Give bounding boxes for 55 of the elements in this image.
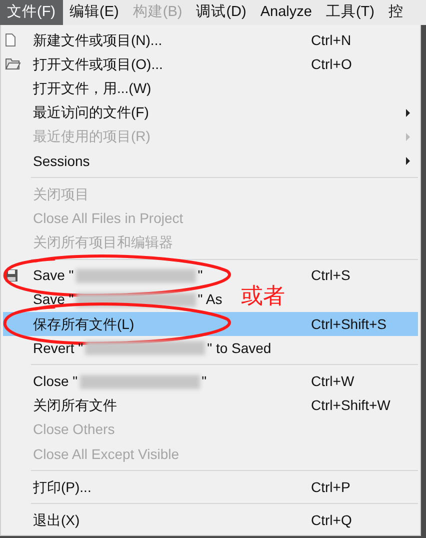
shortcut-label: Ctrl+Shift+W bbox=[311, 397, 390, 414]
menu-bar-item[interactable]: 编辑(E) bbox=[62, 0, 126, 25]
menu-item-label: 最近访问的文件(F) bbox=[33, 103, 149, 122]
menu-item-label: 关闭所有文件 bbox=[33, 396, 117, 416]
menu-item[interactable]: 最近访问的文件(F) bbox=[3, 100, 418, 125]
menu-item[interactable]: Revert " " to Saved bbox=[3, 336, 272, 360]
menu-item[interactable]: 关闭所有文件 Ctrl+Shift+W bbox=[3, 394, 418, 418]
shortcut-label: Ctrl+P bbox=[311, 478, 350, 495]
menu-item[interactable]: Close " " Ctrl+W bbox=[3, 369, 418, 394]
shortcut-label: Ctrl+Shift+S bbox=[311, 316, 386, 332]
submenu-arrow-icon bbox=[406, 132, 410, 141]
menu-item-label: Save " bbox=[33, 266, 74, 286]
menu-item-label: 保存所有文件(L) bbox=[33, 314, 134, 334]
menu-item-label: 打印(P)... bbox=[33, 478, 92, 497]
menu-item-label: Save " bbox=[33, 290, 74, 310]
menu-item-label: " As bbox=[198, 290, 222, 310]
menu-item-label: Close All Files in Project bbox=[33, 208, 184, 228]
menu-item[interactable]: 新建文件或项目(N)... Ctrl+N bbox=[3, 28, 418, 52]
menu-item-label: 最近使用的项目(R) bbox=[33, 127, 150, 146]
shortcut-label: Ctrl+S bbox=[311, 267, 350, 284]
menu-item-label: 新建文件或项目(N)... bbox=[33, 30, 162, 50]
menu-item-label: " bbox=[202, 372, 207, 392]
menu-item-label: 关闭项目 bbox=[33, 184, 89, 204]
menu-item-label: Close " bbox=[33, 372, 78, 392]
menu-item-label: 退出(X) bbox=[33, 510, 80, 530]
shortcut-label: Ctrl+O bbox=[311, 56, 352, 72]
menu-item[interactable]: 退出(X) Ctrl+Q bbox=[3, 508, 418, 533]
menu-item-label: Revert " bbox=[33, 338, 84, 358]
menu-bar-item[interactable]: 控 bbox=[381, 0, 410, 25]
file-icon bbox=[5, 33, 16, 48]
menu-item[interactable]: Save " " As bbox=[3, 288, 222, 312]
menu-item[interactable]: 打印(P)... Ctrl+P bbox=[3, 475, 418, 500]
menu-item[interactable]: Sessions bbox=[3, 148, 418, 174]
menu-item[interactable]: 保存所有文件(L) Ctrl+Shift+S bbox=[3, 312, 418, 336]
menu-item[interactable]: 打开文件，用...(W) bbox=[3, 76, 152, 101]
menu-item-label: 打开文件，用...(W) bbox=[33, 78, 152, 98]
menu-item-label: 关闭所有项目和编辑器 bbox=[33, 233, 173, 252]
menu-item-label: Close Others bbox=[33, 420, 115, 440]
menu-item-label: " bbox=[198, 266, 203, 286]
shortcut-label: Ctrl+W bbox=[311, 373, 354, 390]
submenu-arrow-icon bbox=[406, 157, 410, 166]
folder-icon bbox=[5, 58, 21, 70]
submenu-arrow-icon bbox=[406, 108, 410, 117]
annotation-text: 或者 bbox=[241, 285, 285, 307]
menu-item-label: Sessions bbox=[33, 152, 90, 171]
shortcut-label: Ctrl+Q bbox=[311, 512, 352, 528]
shortcut-label: Ctrl+N bbox=[311, 32, 352, 48]
menu-item-label: 打开文件或项目(O)... bbox=[33, 54, 163, 74]
menu-item-label: " to Saved bbox=[207, 338, 272, 358]
menu-item[interactable]: 打开文件或项目(O)... Ctrl+O bbox=[3, 52, 418, 76]
menu-bar-item[interactable]: 工具(T) bbox=[318, 0, 382, 25]
menu-bar-item[interactable]: 文件(F) bbox=[0, 0, 63, 25]
menu-bar-item[interactable]: 调试(D) bbox=[189, 0, 254, 25]
menu-item-label: Close All Except Visible bbox=[33, 444, 180, 464]
menu-bar-item[interactable]: Analyze bbox=[253, 0, 319, 25]
